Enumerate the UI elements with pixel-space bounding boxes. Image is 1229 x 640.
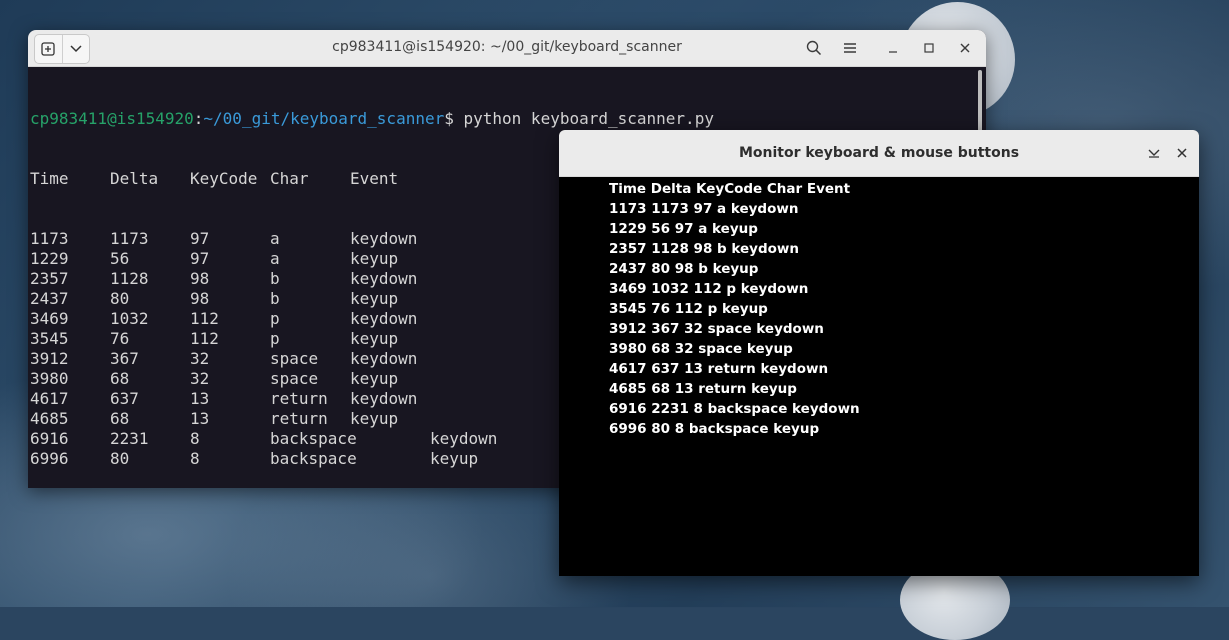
cell-delta: 637 xyxy=(110,389,139,408)
cell-code: 8 xyxy=(190,449,200,468)
cell-code: 13 xyxy=(190,409,210,428)
cell-time: 4617 xyxy=(30,389,69,408)
prompt-path: ~/00_git/keyboard_scanner xyxy=(203,109,445,128)
header-keycode: KeyCode xyxy=(190,169,258,188)
cell-time: 3545 xyxy=(30,329,69,348)
cell-code: 112 xyxy=(190,329,219,348)
cell-delta: 76 xyxy=(110,329,130,348)
minimize-icon[interactable] xyxy=(881,36,905,60)
list-item: 6996 80 8 backspace keyup xyxy=(609,421,820,437)
cell-time: 1173 xyxy=(30,229,69,248)
cell-delta: 367 xyxy=(110,349,139,368)
list-item: 3469 1032 112 p keydown xyxy=(609,281,809,297)
cell-event: keyup xyxy=(350,409,399,428)
list-item: 6916 2231 8 backspace keydown xyxy=(609,401,860,417)
list-item: 4617 637 13 return keydown xyxy=(609,361,829,377)
cell-delta: 80 xyxy=(110,449,130,468)
cell-code: 32 xyxy=(190,349,210,368)
header-delta: Delta xyxy=(110,169,159,188)
monitor-header-line: Time Delta KeyCode Char Event xyxy=(609,181,851,197)
cell-time: 2437 xyxy=(30,289,69,308)
cell-delta: 56 xyxy=(110,249,130,268)
cell-time: 3469 xyxy=(30,309,69,328)
prompt-user: cp983411@is154920 xyxy=(30,109,194,128)
cell-char: return xyxy=(270,409,328,428)
hamburger-menu-icon[interactable] xyxy=(838,36,862,60)
monitor-titlebar[interactable]: Monitor keyboard & mouse buttons xyxy=(559,130,1199,177)
cell-code: 8 xyxy=(190,429,200,448)
cell-char: p xyxy=(270,329,280,348)
header-char: Char xyxy=(270,169,309,188)
cell-event: keydown xyxy=(430,429,498,448)
cell-time: 6916 xyxy=(30,429,69,448)
cell-event: keydown xyxy=(350,389,418,408)
prompt-separator: : xyxy=(193,109,204,128)
search-icon[interactable] xyxy=(802,36,826,60)
cell-char: a xyxy=(270,249,280,268)
list-item: 2357 1128 98 b keydown xyxy=(609,241,799,257)
cell-event: keyup xyxy=(430,449,479,468)
cell-delta: 68 xyxy=(110,409,130,428)
cell-code: 97 xyxy=(190,249,210,268)
list-item: 3980 68 32 space keyup xyxy=(609,341,793,357)
cell-delta: 1173 xyxy=(110,229,149,248)
header-event: Event xyxy=(350,169,399,188)
prompt-symbol: $ xyxy=(444,109,464,128)
cell-char: return xyxy=(270,389,328,408)
list-item: 1229 56 97 a keyup xyxy=(609,221,758,237)
cell-char: b xyxy=(270,289,280,308)
cell-delta: 80 xyxy=(110,289,130,308)
monitor-window[interactable]: Monitor keyboard & mouse buttons Time De… xyxy=(559,130,1199,576)
cell-char: space xyxy=(270,349,319,368)
cell-char: a xyxy=(270,229,280,248)
prompt-line: cp983411@is154920:~/00_git/keyboard_scan… xyxy=(30,109,986,129)
list-item: 2437 80 98 b keyup xyxy=(609,261,759,277)
cell-code: 98 xyxy=(190,289,210,308)
cell-delta: 1128 xyxy=(110,269,149,288)
cell-char: p xyxy=(270,309,280,328)
list-item: 3545 76 112 p keyup xyxy=(609,301,768,317)
cell-char: backspace xyxy=(270,449,357,468)
cell-time: 6996 xyxy=(30,449,69,468)
list-item: 3912 367 32 space keydown xyxy=(609,321,824,337)
header-time: Time xyxy=(30,169,69,188)
cell-time: 1229 xyxy=(30,249,69,268)
cell-delta: 68 xyxy=(110,369,130,388)
cell-time: 3980 xyxy=(30,369,69,388)
command-text: python keyboard_scanner.py xyxy=(463,109,714,128)
cell-delta: 1032 xyxy=(110,309,149,328)
cell-time: 3912 xyxy=(30,349,69,368)
cell-char: space xyxy=(270,369,319,388)
list-item: 1173 1173 97 a keydown xyxy=(609,201,799,217)
cell-char: b xyxy=(270,269,280,288)
monitor-title: Monitor keyboard & mouse buttons xyxy=(738,145,1020,161)
cell-time: 4685 xyxy=(30,409,69,428)
maximize-icon[interactable] xyxy=(917,36,941,60)
monitor-output: Time Delta KeyCode Char Event 1173 1173 9… xyxy=(559,177,1199,439)
cell-code: 112 xyxy=(190,309,219,328)
list-item: 4685 68 13 return keyup xyxy=(609,381,797,397)
minimize-chevron-icon[interactable] xyxy=(1143,142,1165,164)
close-icon[interactable] xyxy=(953,36,977,60)
cell-event: keyup xyxy=(350,329,399,348)
cell-event: keydown xyxy=(350,309,418,328)
cell-event: keydown xyxy=(350,349,418,368)
cell-code: 32 xyxy=(190,369,210,388)
cell-event: keyup xyxy=(350,369,399,388)
terminal-titlebar[interactable]: cp983411@is154920: ~/00_git/keyboard_sca… xyxy=(28,30,986,67)
cell-delta: 2231 xyxy=(110,429,149,448)
cell-event: keydown xyxy=(350,269,418,288)
cell-code: 13 xyxy=(190,389,210,408)
cell-code: 98 xyxy=(190,269,210,288)
cell-char: backspace xyxy=(270,429,357,448)
cell-event: keydown xyxy=(350,229,418,248)
cell-code: 97 xyxy=(190,229,210,248)
close-icon[interactable] xyxy=(1171,142,1193,164)
cell-time: 2357 xyxy=(30,269,69,288)
cell-event: keyup xyxy=(350,289,399,308)
cell-event: keyup xyxy=(350,249,399,268)
